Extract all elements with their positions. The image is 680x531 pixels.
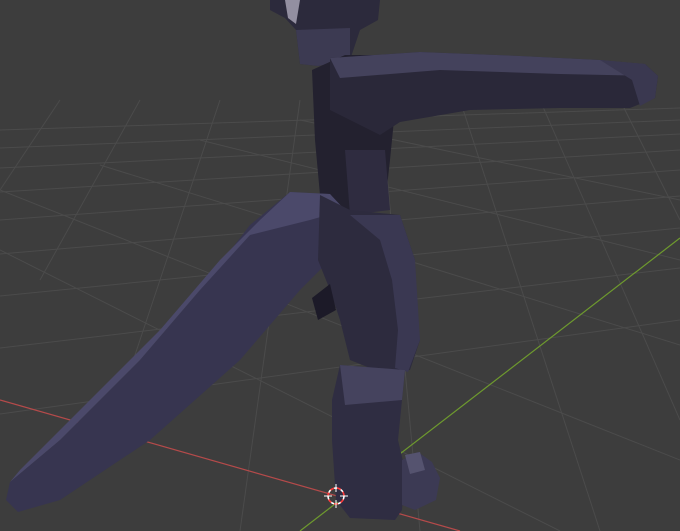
3d-viewport[interactable] bbox=[0, 0, 680, 531]
mesh-torso-side bbox=[345, 150, 390, 215]
mesh-knee bbox=[340, 365, 405, 405]
character-mesh[interactable] bbox=[6, 0, 658, 520]
viewport-canvas[interactable] bbox=[0, 0, 680, 531]
mesh-back-leg bbox=[6, 192, 348, 512]
